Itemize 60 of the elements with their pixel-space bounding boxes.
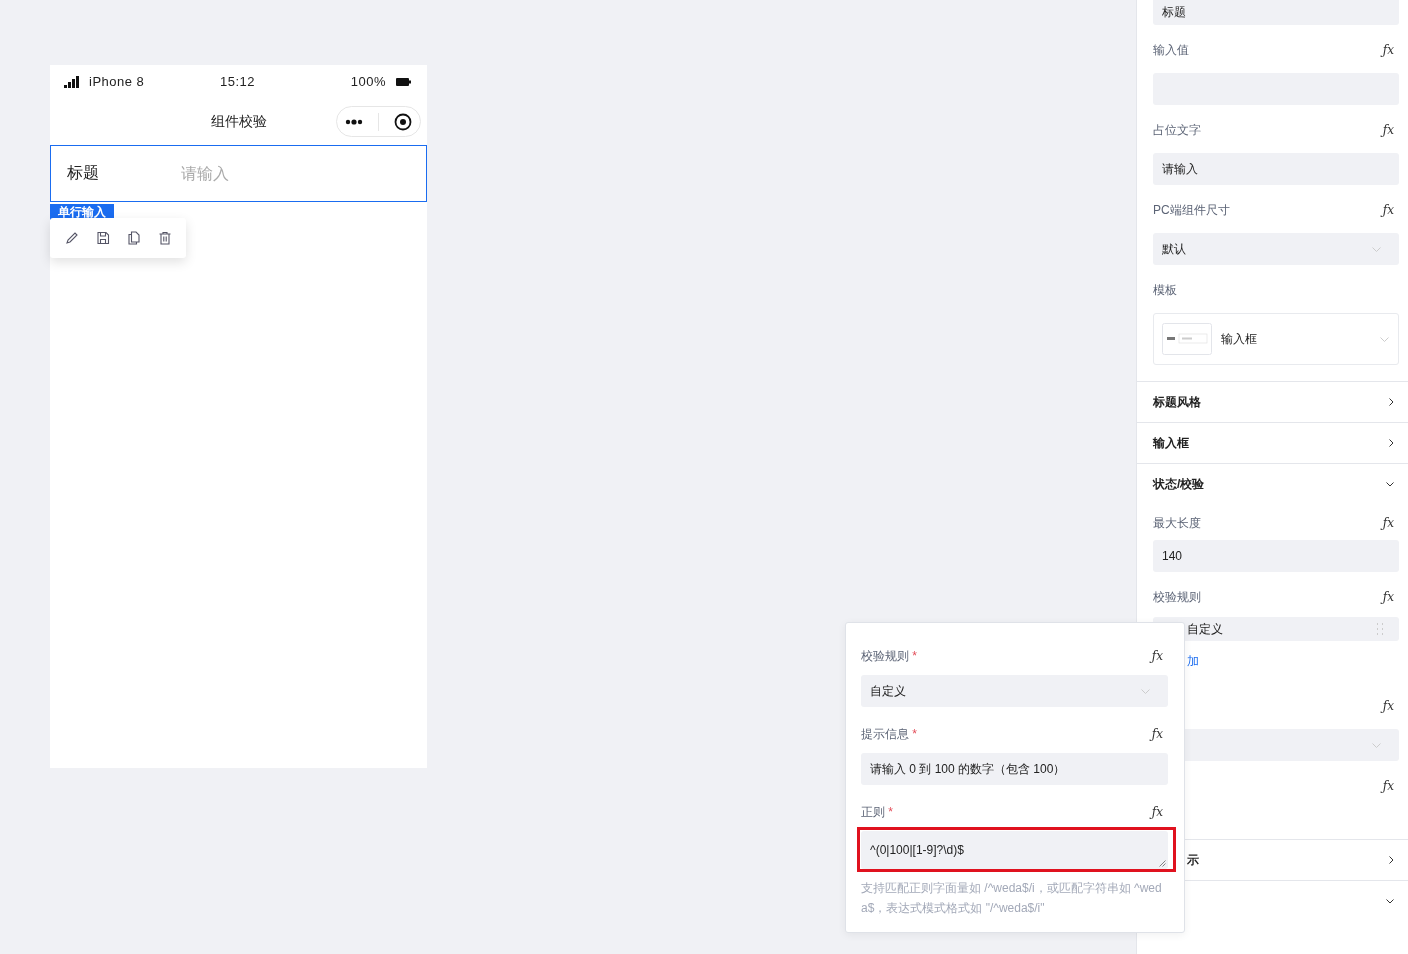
rule-item[interactable]: 自定义 (1153, 617, 1399, 641)
formula-icon[interactable]: ƒx (1382, 43, 1399, 57)
chevron-down-icon (1141, 688, 1150, 694)
property-label: 输入值 (1153, 41, 1189, 59)
section-header[interactable]: 输入框 (1137, 422, 1408, 463)
formula-icon[interactable]: ƒx (1151, 805, 1168, 819)
chevron-down-icon (1386, 898, 1394, 904)
property-label: PC端组件尺寸 (1153, 201, 1230, 219)
section-header[interactable]: 状态/校验 (1137, 463, 1408, 504)
field-label: 提示信息 * (861, 725, 917, 743)
signal-icon (64, 75, 81, 88)
formula-icon[interactable]: ƒx (1151, 649, 1168, 663)
edit-icon[interactable] (64, 231, 79, 245)
help-text: 支持匹配正则字面量如 /^weda$/i，或匹配字符串如 ^weda$，表达式模式格式如 "/^weda$/i" (861, 880, 1163, 917)
delete-icon[interactable] (157, 231, 172, 245)
property-label: 最大长度 (1153, 514, 1201, 532)
property-label: 模板 (1153, 281, 1177, 299)
select-field[interactable]: 默认 (1153, 233, 1399, 265)
chevron-down-icon (1386, 481, 1394, 487)
regex-textarea[interactable]: ^(0|100|[1-9]?\d)$ (861, 831, 1168, 869)
input-field[interactable]: 请输入 (179, 163, 383, 184)
field-label: 标题 (67, 163, 100, 183)
property-label: 校验规则 (1153, 588, 1201, 606)
save-icon[interactable] (95, 231, 110, 245)
formula-icon[interactable]: ƒx (1382, 203, 1399, 217)
chevron-right-icon (1389, 398, 1394, 406)
template-select[interactable]: 输入框 (1153, 313, 1399, 365)
resize-grip-icon[interactable] (1159, 860, 1166, 867)
formula-icon[interactable]: ƒx (1382, 590, 1399, 604)
field-label: 校验规则 * (861, 647, 917, 665)
formula-icon[interactable]: ƒx (1382, 699, 1399, 713)
chevron-right-icon (1389, 439, 1394, 447)
add-rule-link[interactable]: 加 (1187, 652, 1199, 670)
formula-icon[interactable]: ƒx (1151, 727, 1168, 741)
formula-icon[interactable]: ƒx (1382, 516, 1399, 530)
template-preview-icon (1162, 323, 1212, 355)
status-time: 15:12 (219, 74, 255, 89)
chevron-down-icon (1372, 246, 1381, 252)
close-target-icon[interactable] (394, 112, 413, 131)
input-field[interactable]: 140 (1153, 540, 1399, 572)
battery-icon (396, 77, 411, 86)
more-icon[interactable] (344, 118, 363, 125)
select-field[interactable]: 自定义 (861, 675, 1168, 707)
field-label: 正则 * (861, 803, 893, 821)
title-field[interactable]: 标题 (1153, 0, 1399, 25)
input-field[interactable]: 请输入 (1153, 153, 1399, 185)
formula-icon[interactable]: ƒx (1382, 779, 1399, 793)
copy-icon[interactable] (126, 231, 141, 245)
formula-icon[interactable]: ƒx (1382, 123, 1399, 137)
input-component[interactable]: 标题 请输入 (50, 145, 427, 202)
chevron-down-icon (1372, 742, 1381, 748)
input-field[interactable]: 请输入 0 到 100 的数字（包含 100） (861, 753, 1168, 785)
page-title: 组件校验 (210, 112, 267, 131)
battery-percent: 100% (350, 74, 386, 89)
drag-handle-icon[interactable] (1377, 623, 1383, 635)
section-header[interactable]: 标题风格 (1137, 381, 1408, 422)
carrier-label: iPhone 8 (89, 74, 145, 89)
chevron-down-icon (1380, 336, 1389, 342)
property-label: 占位文字 (1153, 121, 1201, 139)
chevron-right-icon (1389, 856, 1394, 864)
